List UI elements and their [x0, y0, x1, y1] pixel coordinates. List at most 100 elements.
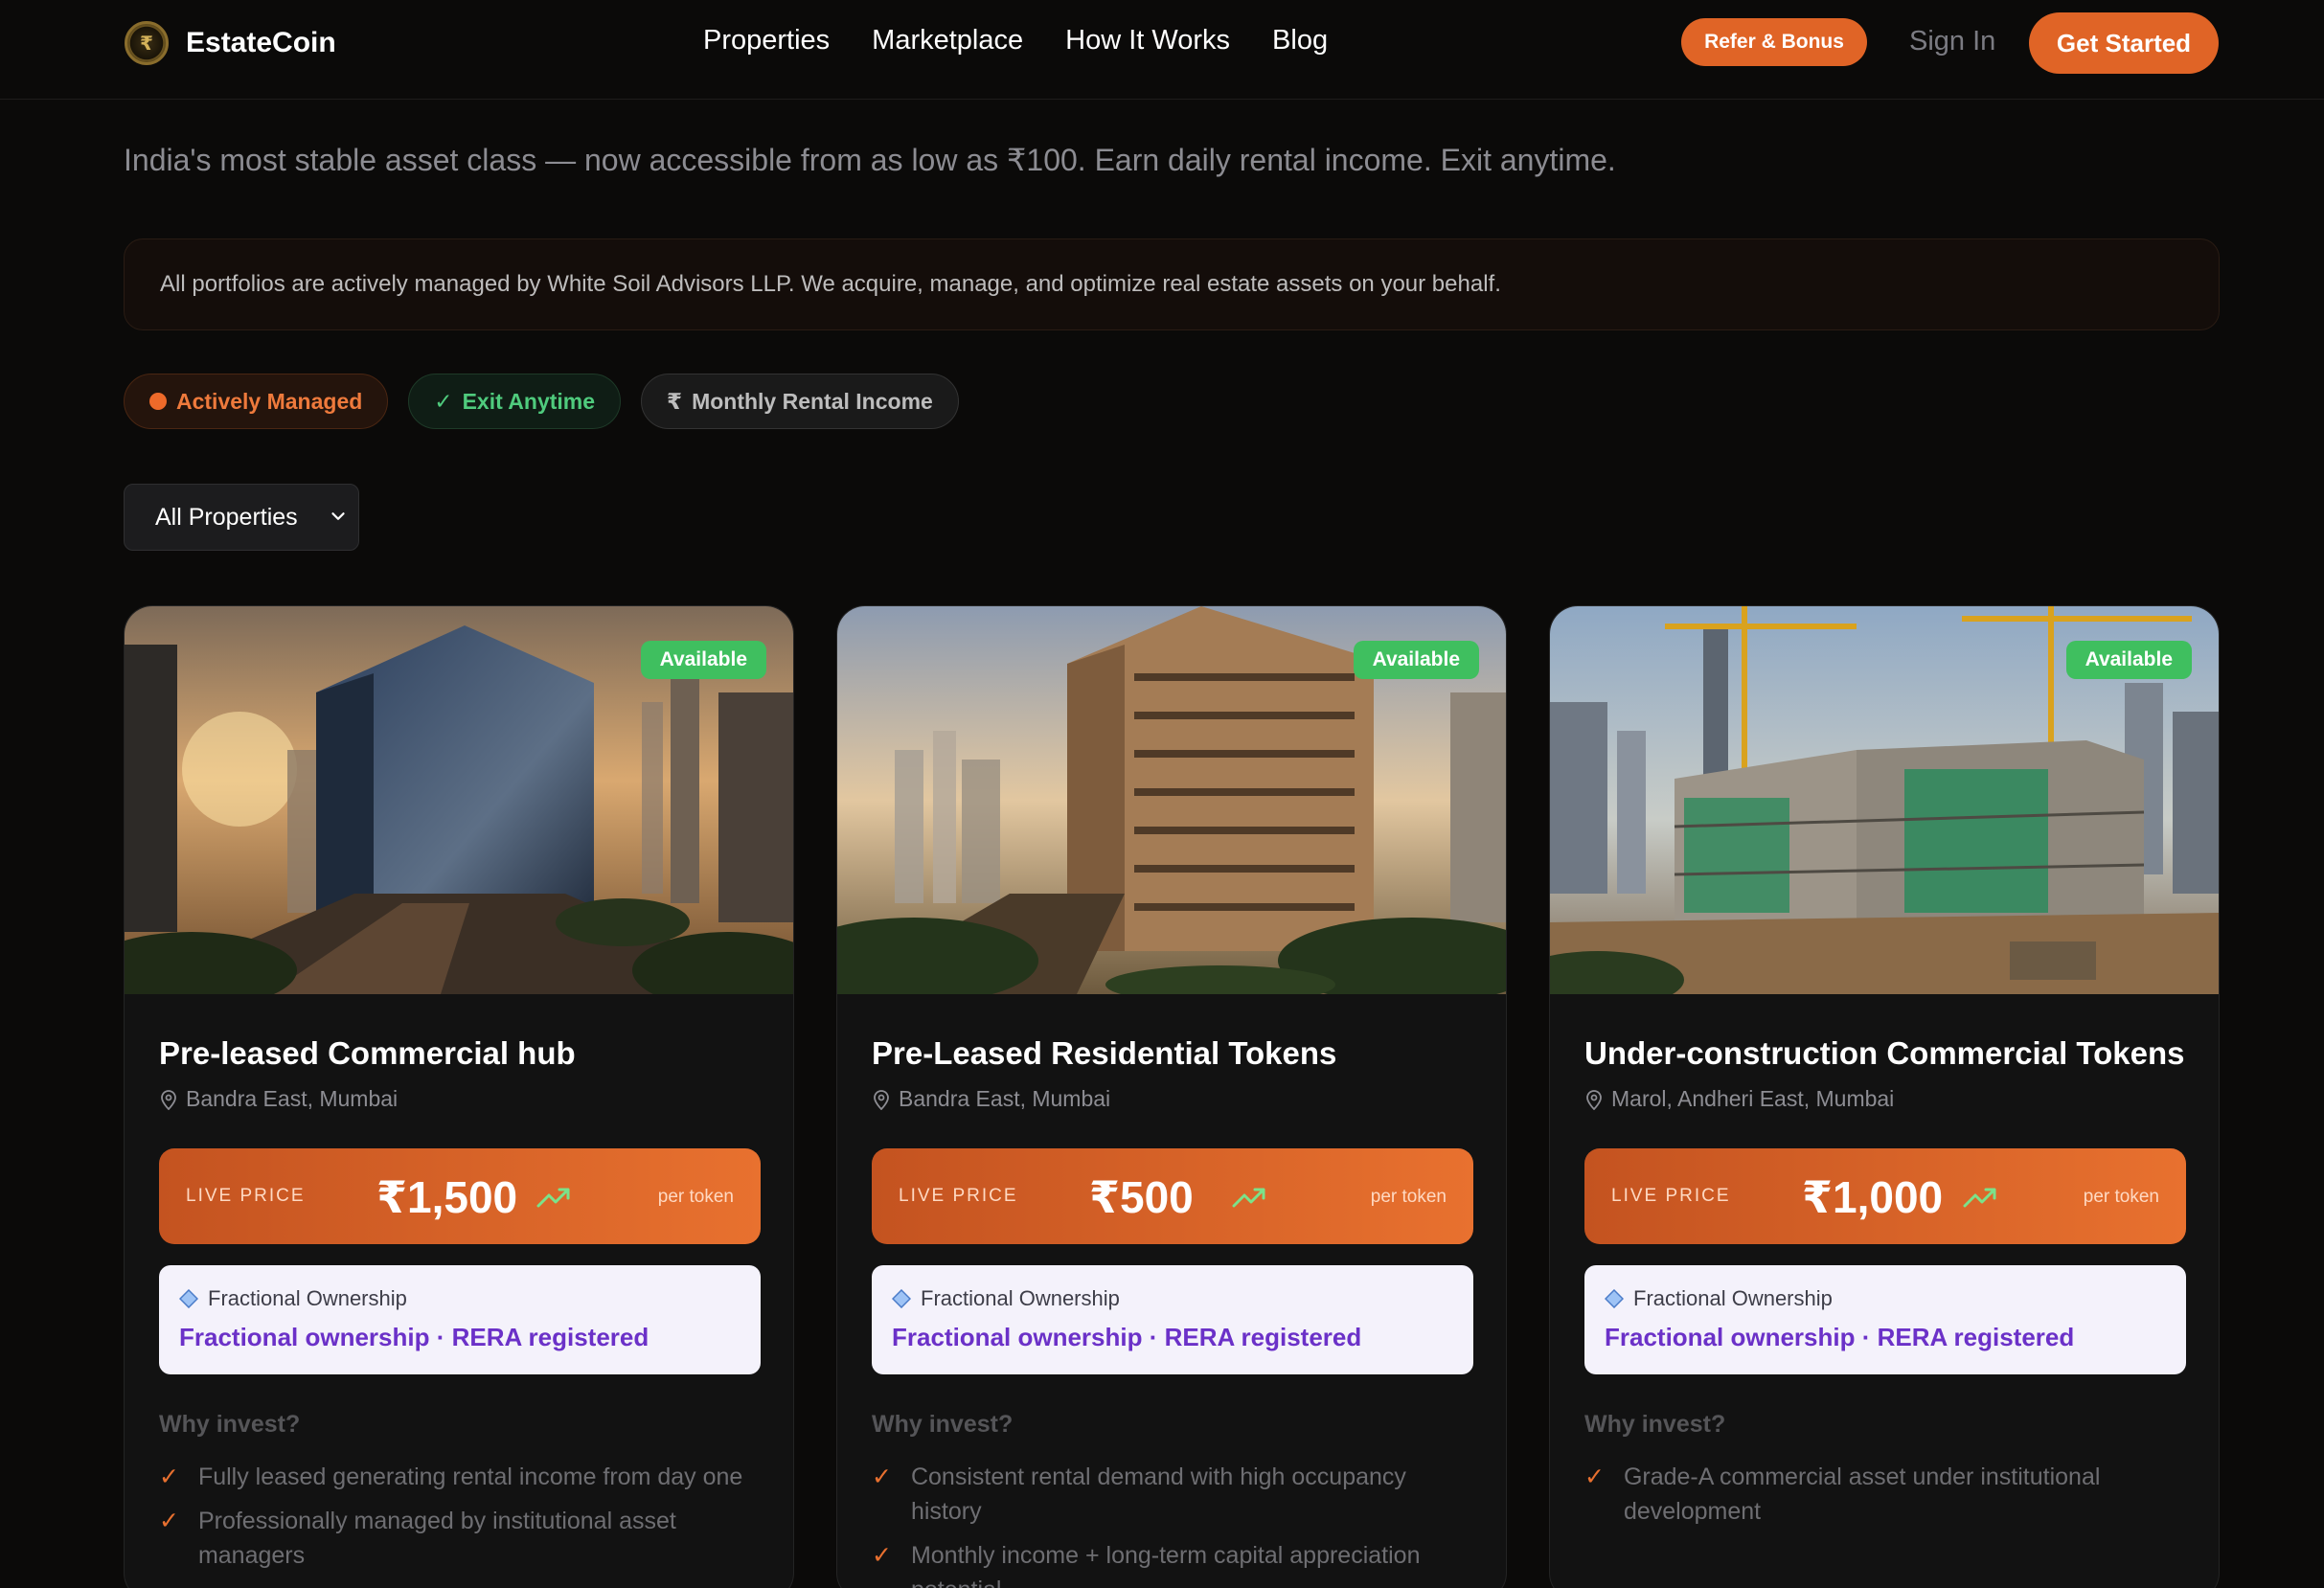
nav-link-marketplace[interactable]: Marketplace [872, 25, 1023, 57]
check-icon: ✓ [872, 1463, 892, 1490]
feature-badges: Actively Managed ✓ Exit Anytime ₹ Monthl… [124, 374, 959, 429]
status-badge: Available [640, 641, 766, 679]
live-price-panel: LIVE PRICE ₹1,000 per token [1584, 1148, 2186, 1244]
ownership-detail: Fractional ownership · RERA registered [179, 1323, 649, 1351]
badge-monthly-rental-income: ₹ Monthly Rental Income [641, 374, 959, 429]
check-icon: ✓ [159, 1463, 179, 1490]
property-title[interactable]: Pre-leased Commercial hub [159, 1031, 761, 1077]
ownership-header: Fractional Ownership [1605, 1286, 1833, 1311]
list-item: ✓ Fully leased generating rental income … [159, 1460, 761, 1494]
orange-dot-icon [149, 393, 167, 410]
point-text: Professionally managed by institutional … [197, 1508, 676, 1569]
trending-up-icon [1232, 1188, 1265, 1208]
diamond-icon [179, 1289, 198, 1308]
property-title[interactable]: Pre-Leased Residential Tokens [872, 1031, 1473, 1077]
badge-label: Monthly Rental Income [692, 388, 933, 414]
property-card[interactable]: Available Under-construction Commercial … [1549, 605, 2220, 1588]
list-item: ✓ Professionally managed by institutiona… [159, 1504, 761, 1573]
live-price-label: LIVE PRICE [1611, 1186, 1731, 1206]
per-token-label: per token [2083, 1187, 2159, 1207]
live-price-label: LIVE PRICE [186, 1186, 306, 1206]
badge-exit-anytime: ✓ Exit Anytime [408, 374, 622, 429]
why-invest-list: ✓ Grade-A commercial asset under institu… [1584, 1460, 2186, 1529]
list-item: ✓ Grade-A commercial asset under institu… [1584, 1460, 2186, 1529]
check-icon: ✓ [1584, 1463, 1605, 1490]
point-text: Fully leased generating rental income fr… [197, 1463, 743, 1490]
logo-coin-icon: ₹ [125, 21, 169, 65]
property-location-text: Bandra East, Mumbai [899, 1086, 1111, 1111]
top-nav: ₹ EstateCoin Properties Marketplace How … [0, 0, 2324, 100]
per-token-label: per token [1370, 1187, 1447, 1207]
location-pin-icon [1586, 1089, 1602, 1110]
ownership-header: Fractional Ownership [892, 1286, 1120, 1311]
badge-label: Actively Managed [176, 388, 363, 414]
badge-label: Exit Anytime [462, 388, 596, 414]
rupee-icon: ₹ [667, 388, 683, 414]
card-body: Under-construction Commercial Tokens Mar… [1584, 994, 2186, 1538]
management-notice: All portfolios are actively managed by W… [124, 238, 2220, 330]
location-pin-icon [874, 1089, 889, 1110]
live-price-value: ₹1,000 [1802, 1172, 1944, 1222]
check-icon: ✓ [434, 388, 453, 414]
location-pin-icon [161, 1089, 176, 1110]
nav-link-how-it-works[interactable]: How It Works [1065, 25, 1230, 57]
brand[interactable]: ₹ EstateCoin [125, 21, 336, 65]
why-invest-heading: Why invest? [872, 1411, 1014, 1438]
card-body: Pre-Leased Residential Tokens Bandra Eas… [872, 994, 1473, 1588]
ownership-detail: Fractional ownership · RERA registered [1605, 1323, 2075, 1351]
property-filter-value: All Properties [155, 503, 298, 531]
point-text: Consistent rental demand with high occup… [910, 1463, 1406, 1525]
property-filter-select[interactable]: All Properties [124, 484, 359, 551]
diamond-icon [892, 1289, 911, 1308]
per-token-label: per token [657, 1187, 734, 1207]
ownership-detail: Fractional ownership · RERA registered [892, 1323, 1362, 1351]
property-location: Marol, Andheri East, Mumbai [1584, 1086, 2186, 1112]
ownership-header: Fractional Ownership [179, 1286, 407, 1311]
why-invest-heading: Why invest? [1584, 1411, 1726, 1438]
ownership-panel: Fractional Ownership Fractional ownershi… [872, 1265, 1473, 1374]
management-notice-text: All portfolios are actively managed by W… [160, 271, 1501, 297]
get-started-button[interactable]: Get Started [2029, 12, 2219, 74]
why-invest-list: ✓ Consistent rental demand with high occ… [872, 1460, 1473, 1588]
ownership-panel: Fractional Ownership Fractional ownershi… [159, 1265, 761, 1374]
ownership-label: Fractional Ownership [921, 1286, 1120, 1310]
sign-in-link[interactable]: Sign In [1909, 26, 1995, 57]
live-price-panel: LIVE PRICE ₹1,500 per token [159, 1148, 761, 1244]
list-item: ✓ Monthly income + long-term capital app… [872, 1538, 1473, 1588]
refer-bonus-button[interactable]: Refer & Bonus [1681, 18, 1867, 66]
live-price-label: LIVE PRICE [899, 1186, 1018, 1206]
property-card[interactable]: Available Pre-leased Commercial hub Band… [124, 605, 794, 1588]
point-text: Monthly income + long-term capital appre… [910, 1542, 1421, 1588]
check-icon: ✓ [159, 1508, 179, 1534]
diamond-icon [1605, 1289, 1624, 1308]
ownership-label: Fractional Ownership [1633, 1286, 1833, 1310]
property-card[interactable]: Available Pre-Leased Residential Tokens … [836, 605, 1507, 1588]
brand-name: EstateCoin [186, 27, 336, 58]
ownership-panel: Fractional Ownership Fractional ownershi… [1584, 1265, 2186, 1374]
ownership-label: Fractional Ownership [208, 1286, 407, 1310]
why-invest-list: ✓ Fully leased generating rental income … [159, 1460, 761, 1573]
card-body: Pre-leased Commercial hub Bandra East, M… [159, 994, 761, 1582]
nav-link-blog[interactable]: Blog [1272, 25, 1328, 57]
trending-up-icon [536, 1188, 570, 1208]
property-location-text: Bandra East, Mumbai [186, 1086, 399, 1111]
property-location-text: Marol, Andheri East, Mumbai [1611, 1086, 1895, 1111]
why-invest-heading: Why invest? [159, 1411, 301, 1438]
live-price-value: ₹500 [1089, 1172, 1194, 1222]
property-location: Bandra East, Mumbai [872, 1086, 1473, 1112]
chevron-down-icon [331, 512, 345, 520]
property-location: Bandra East, Mumbai [159, 1086, 761, 1112]
status-badge: Available [1353, 641, 1479, 679]
list-item: ✓ Consistent rental demand with high occ… [872, 1460, 1473, 1529]
trending-up-icon [1963, 1188, 1996, 1208]
property-title[interactable]: Under-construction Commercial Tokens [1584, 1031, 2186, 1077]
hero-tagline: India's most stable asset class — now ac… [124, 143, 1616, 177]
check-icon: ✓ [872, 1542, 892, 1569]
nav-link-properties[interactable]: Properties [703, 25, 830, 57]
badge-actively-managed: Actively Managed [124, 374, 389, 429]
nav-links: Properties Marketplace How It Works Blog [703, 25, 1328, 57]
point-text: Grade-A commercial asset under instituti… [1623, 1463, 2101, 1525]
status-badge: Available [2065, 641, 2192, 679]
live-price-value: ₹1,500 [376, 1172, 518, 1222]
live-price-panel: LIVE PRICE ₹500 per token [872, 1148, 1473, 1244]
